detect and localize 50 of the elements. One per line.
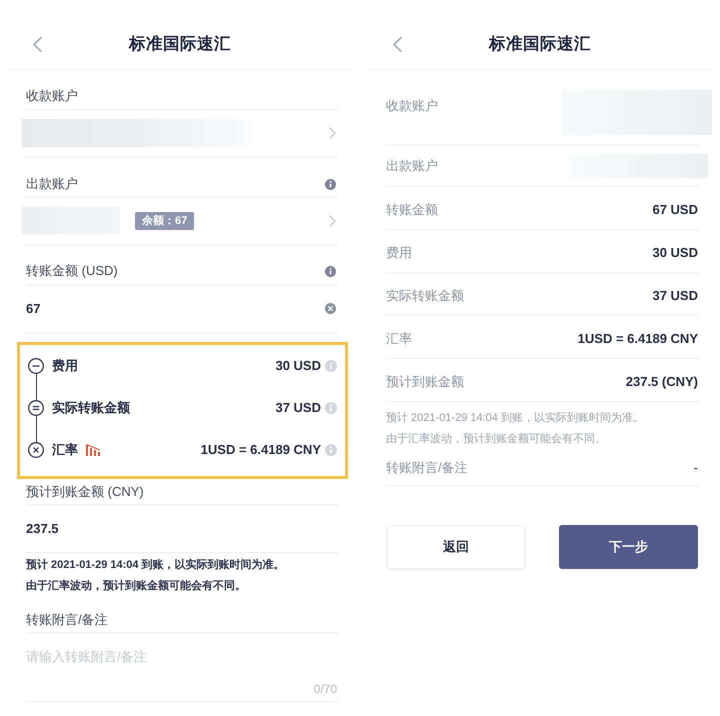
field-label: 转账附言/备注 bbox=[386, 458, 468, 476]
connector-line bbox=[36, 374, 37, 400]
breakdown-label: 实际转账金额 bbox=[52, 399, 130, 417]
amount-value: 237.5 (CNY) bbox=[626, 373, 698, 391]
estimated-amount-value: 237.5 bbox=[26, 520, 59, 538]
equals-circle-icon bbox=[28, 400, 44, 416]
remark-field[interactable]: 请输入转账附言/备注 bbox=[26, 633, 338, 677]
amount-value: 1USD = 6.4189 CNY bbox=[578, 330, 698, 348]
back-button[interactable]: 返回 bbox=[387, 525, 525, 569]
balance-badge: 余额：67 bbox=[135, 212, 194, 230]
field-label: 收款账户 bbox=[26, 87, 78, 105]
chevron-right-icon bbox=[329, 214, 336, 226]
breakdown-label: 费用 bbox=[52, 357, 78, 375]
screen-title: 标准国际速汇 bbox=[129, 34, 231, 55]
note-text: 预计 2021-01-29 14:04 到账，以实际到账时间为准。 bbox=[26, 558, 286, 573]
field-label: 实际转账金额 bbox=[386, 287, 464, 305]
breakdown-value: 1USD = 6.4189 CNY bbox=[200, 441, 321, 459]
remark-value: - bbox=[694, 458, 698, 476]
amount-value: 30 USD bbox=[652, 244, 698, 262]
minus-circle-icon bbox=[28, 358, 44, 374]
amount-value: 67 USD bbox=[652, 201, 698, 219]
back-icon[interactable] bbox=[393, 36, 402, 52]
note-text: 由于汇率波动，预计到账金额可能会有不同。 bbox=[26, 578, 247, 594]
connector-line bbox=[36, 416, 37, 442]
field-label: 转账金额 bbox=[386, 201, 438, 219]
breakdown-label: 汇率 bbox=[52, 441, 78, 459]
field-label: 收款账户 bbox=[386, 97, 438, 115]
next-button[interactable]: 下一步 bbox=[559, 525, 698, 569]
field-label: 出款账户 bbox=[386, 156, 438, 174]
field-label: 预计到账金额 (CNY) bbox=[26, 483, 144, 501]
breakdown-value: 37 USD bbox=[275, 399, 321, 417]
amount-input[interactable]: 67 bbox=[26, 298, 325, 318]
chevron-right-icon bbox=[329, 127, 336, 139]
breakdown-value: 30 USD bbox=[275, 357, 321, 375]
info-icon[interactable] bbox=[325, 178, 336, 190]
note-text: 预计 2021-01-29 14:04 到账，以实际到账时间为准。 bbox=[386, 410, 645, 426]
field-label: 转账附言/备注 bbox=[26, 611, 108, 629]
amount-value: 37 USD bbox=[652, 287, 698, 305]
note-text: 由于汇率波动，预计到账金额可能会有不同。 bbox=[386, 432, 607, 447]
field-label: 预计到账金额 bbox=[386, 373, 464, 391]
field-label: 汇率 bbox=[386, 330, 412, 348]
field-label: 转账金额 (USD) bbox=[26, 262, 118, 280]
char-counter: 0/70 bbox=[314, 681, 337, 697]
field-label: 出款账户 bbox=[26, 175, 78, 193]
field-label: 费用 bbox=[386, 244, 412, 262]
multiply-circle-icon bbox=[28, 442, 44, 458]
clear-icon[interactable] bbox=[325, 303, 336, 314]
back-icon[interactable] bbox=[33, 36, 42, 52]
info-icon[interactable] bbox=[325, 266, 336, 276]
screen-title: 标准国际速汇 bbox=[489, 34, 591, 55]
